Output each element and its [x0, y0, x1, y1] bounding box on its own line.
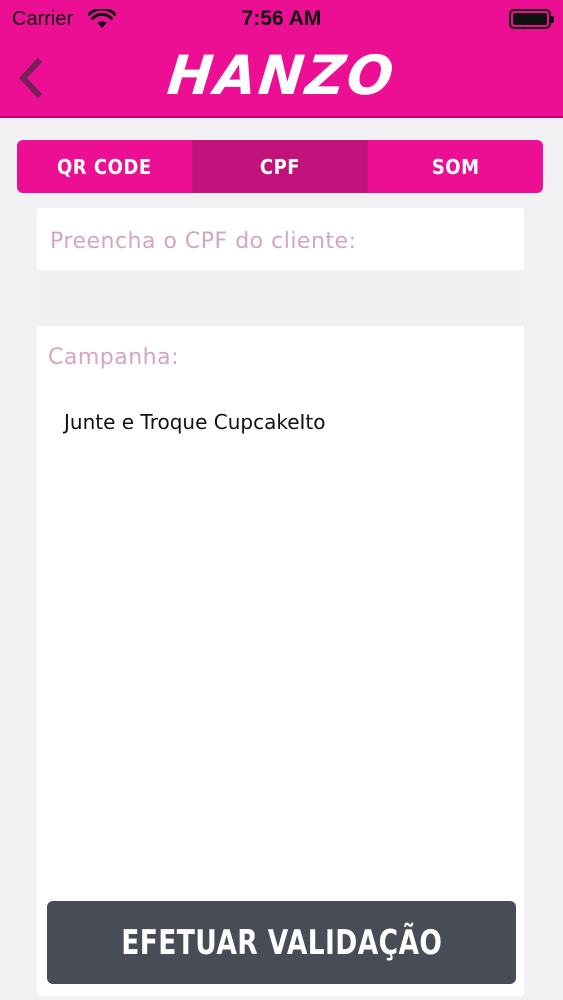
tab-cpf[interactable]: CPF [191, 140, 368, 193]
campaign-value[interactable]: Junte e Troque CupcakeIto [64, 410, 325, 434]
cpf-input[interactable] [37, 270, 524, 326]
submit-validation-button[interactable]: EFETUAR VALIDAÇÃO [47, 901, 516, 984]
navigation-bar: Carrier 7:56 AM HANZO [0, 0, 563, 118]
campaign-field-label: Campanha: [48, 345, 179, 370]
submit-button-label: EFETUAR VALIDAÇÃO [120, 922, 443, 963]
form-card [37, 208, 524, 996]
cpf-field-label: Preencha o CPF do cliente: [50, 229, 357, 254]
tab-qr-code[interactable]: QR CODE [17, 140, 192, 193]
tab-bar: QR CODE CPF SOM [17, 140, 543, 193]
brand-logo: HANZO [164, 44, 399, 107]
battery-icon [509, 9, 554, 29]
clock: 7:56 AM [241, 7, 322, 30]
status-bar: Carrier 7:56 AM [0, 0, 563, 38]
tab-som[interactable]: SOM [367, 140, 543, 193]
